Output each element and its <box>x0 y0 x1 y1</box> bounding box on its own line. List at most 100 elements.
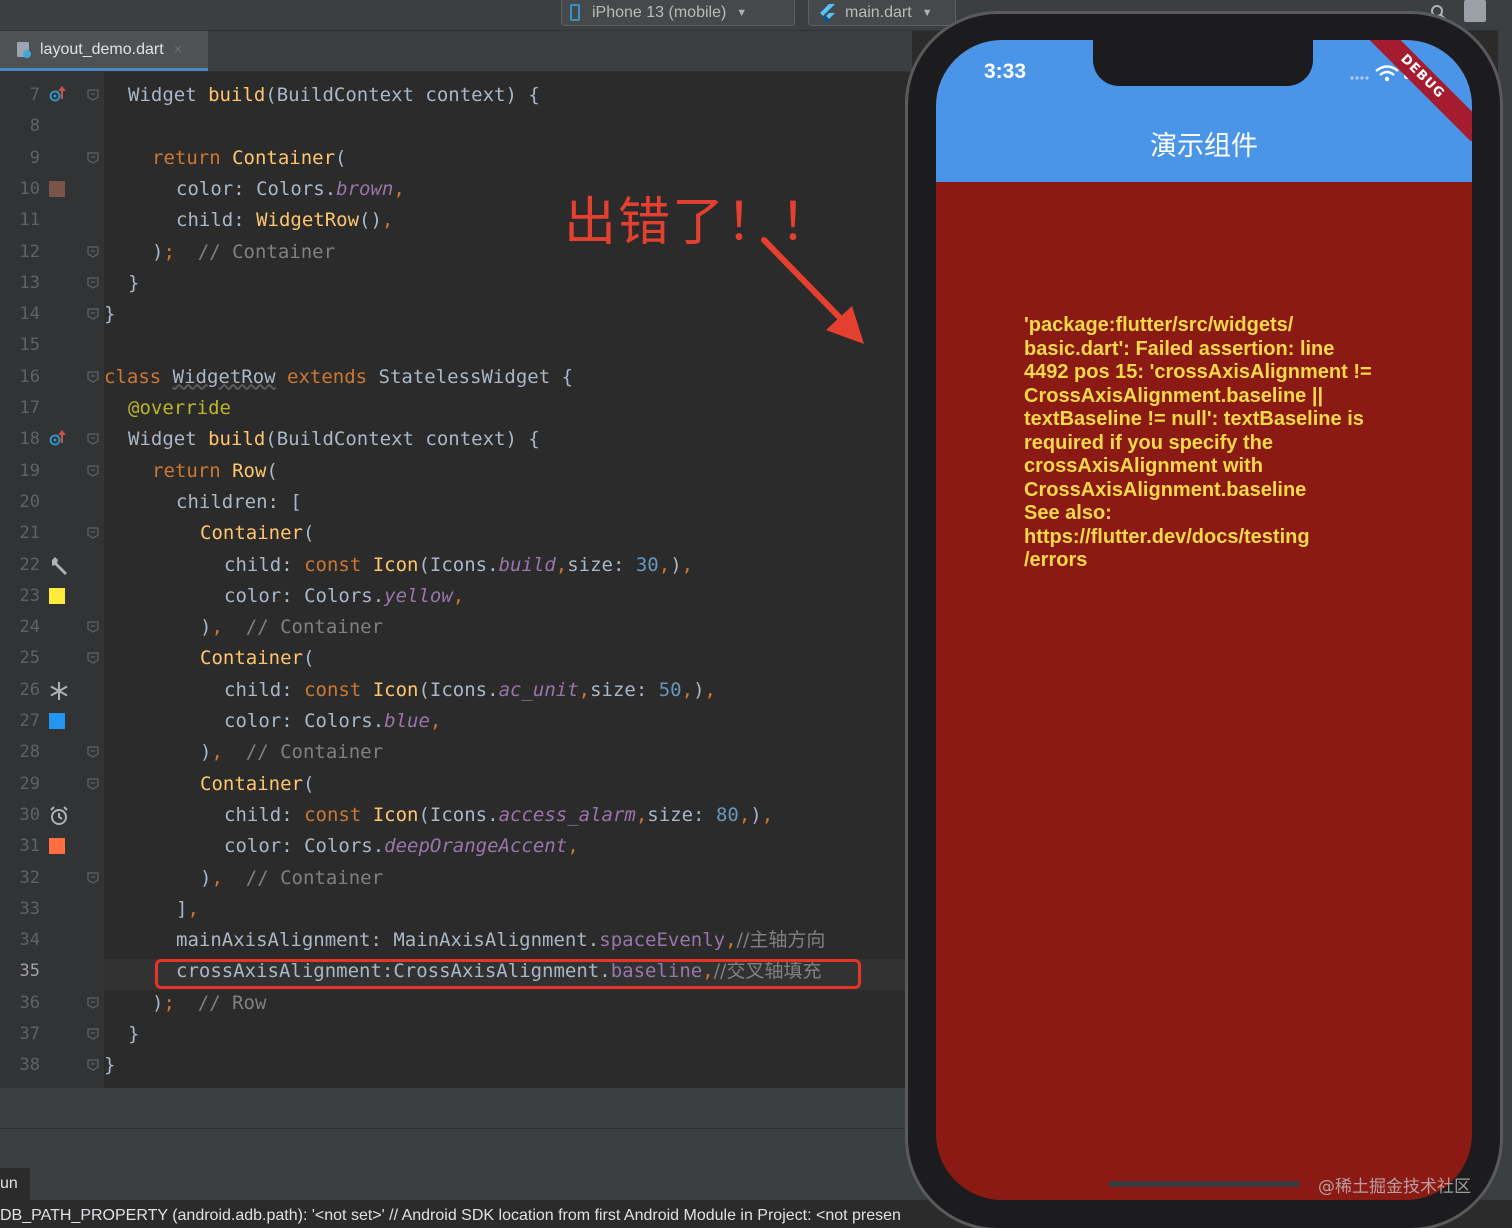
alarm-icon[interactable] <box>49 806 68 825</box>
code-line[interactable]: ), // Container <box>200 612 383 643</box>
fold-icon[interactable] <box>87 464 99 477</box>
code-line[interactable]: return Container( <box>152 143 346 174</box>
fold-icon[interactable] <box>87 777 99 790</box>
fold-icon[interactable] <box>87 746 99 758</box>
code-token: } <box>128 1023 140 1045</box>
code-line[interactable]: color: Colors.deepOrangeAccent, <box>224 831 579 862</box>
line-number[interactable]: 23 <box>0 586 40 606</box>
fold-icon[interactable] <box>87 621 99 633</box>
code-line[interactable]: ), // Container <box>200 737 383 768</box>
line-number[interactable]: 20 <box>0 492 40 512</box>
code-line[interactable]: return Row( <box>152 456 278 487</box>
line-number[interactable]: 18 <box>0 429 40 449</box>
code-line[interactable]: color: Colors.brown, <box>176 174 405 205</box>
code-line[interactable]: color: Colors.blue, <box>224 706 441 737</box>
home-indicator[interactable] <box>1108 1181 1300 1187</box>
override-icon[interactable] <box>49 86 67 104</box>
line-number[interactable]: 31 <box>0 836 40 856</box>
line-number[interactable]: 22 <box>0 555 40 575</box>
code-line[interactable]: ); // Row <box>152 988 266 1019</box>
code-token: Widget <box>128 84 209 106</box>
line-number[interactable]: 13 <box>0 273 40 293</box>
wrench-icon[interactable] <box>49 556 67 575</box>
color-swatch-icon[interactable] <box>49 838 65 855</box>
code-line[interactable]: } <box>128 268 139 299</box>
line-number[interactable]: 34 <box>0 930 40 950</box>
color-swatch-icon[interactable] <box>49 180 65 197</box>
scrollbar[interactable] <box>1498 30 1512 1168</box>
line-number[interactable]: 33 <box>0 899 40 919</box>
color-swatch-icon[interactable] <box>49 587 65 604</box>
line-number[interactable]: 36 <box>0 993 40 1013</box>
code-line[interactable]: Container( <box>200 643 314 674</box>
line-number[interactable]: 25 <box>0 648 40 668</box>
fold-icon[interactable] <box>87 89 99 101</box>
fold-icon[interactable] <box>87 433 99 445</box>
line-number[interactable]: 30 <box>0 805 40 825</box>
code-line[interactable]: class WidgetRow extends StatelessWidget … <box>104 362 573 393</box>
line-number[interactable]: 8 <box>0 116 40 136</box>
phone-screen[interactable]: 3:33 演示组件 DEBUG 'package:flutter/src/wid… <box>936 40 1472 1200</box>
avatar[interactable] <box>1464 0 1486 22</box>
fold-icon[interactable] <box>87 527 99 539</box>
code-line[interactable]: @override <box>128 393 231 424</box>
fold-icon[interactable] <box>87 308 99 320</box>
code-line[interactable]: ); // Container <box>152 237 335 268</box>
code-line[interactable]: } <box>104 299 115 330</box>
code-line[interactable]: } <box>128 1019 139 1050</box>
tab-layout-demo[interactable]: layout_demo.dart × <box>0 31 208 71</box>
run-tab[interactable]: un <box>0 1168 30 1200</box>
line-number[interactable]: 28 <box>0 742 40 762</box>
override-icon[interactable] <box>49 430 67 448</box>
line-number[interactable]: 15 <box>0 335 40 355</box>
run-config-selector[interactable]: main.dart ▼ <box>808 0 956 26</box>
line-number[interactable]: 9 <box>0 148 40 168</box>
code-line[interactable]: } <box>104 1050 115 1081</box>
fold-icon[interactable] <box>87 652 99 665</box>
line-number[interactable]: 38 <box>0 1055 40 1075</box>
line-number[interactable]: 12 <box>0 242 40 262</box>
line-number[interactable]: 19 <box>0 461 40 481</box>
line-number[interactable]: 17 <box>0 398 40 418</box>
line-number[interactable]: 24 <box>0 617 40 637</box>
code-token: //主轴方向 <box>736 929 826 952</box>
code-line[interactable]: mainAxisAlignment: MainAxisAlignment.spa… <box>176 925 825 956</box>
close-icon[interactable]: × <box>174 41 183 58</box>
fold-icon[interactable] <box>87 371 99 383</box>
line-number[interactable]: 35 <box>0 961 40 981</box>
line-number[interactable]: 21 <box>0 523 40 543</box>
line-number[interactable]: 26 <box>0 680 40 700</box>
line-number[interactable]: 29 <box>0 774 40 794</box>
fold-icon[interactable] <box>87 997 99 1009</box>
fold-icon[interactable] <box>87 245 99 258</box>
snowflake-icon[interactable] <box>49 681 68 700</box>
line-number[interactable]: 27 <box>0 711 40 731</box>
code-line[interactable]: color: Colors.yellow, <box>224 581 464 612</box>
code-line[interactable]: Container( <box>200 518 314 549</box>
line-number[interactable]: 37 <box>0 1024 40 1044</box>
code-line[interactable]: Widget build(BuildContext context) { <box>128 80 540 111</box>
code-line[interactable]: Widget build(BuildContext context) { <box>128 424 540 455</box>
line-number[interactable]: 10 <box>0 179 40 199</box>
fold-icon[interactable] <box>87 871 99 884</box>
color-swatch-icon[interactable] <box>49 713 65 729</box>
line-number[interactable]: 14 <box>0 304 40 324</box>
code-line[interactable]: child: const Icon(Icons.ac_unit,size: 50… <box>224 675 716 706</box>
line-number[interactable]: 16 <box>0 367 40 387</box>
line-number[interactable]: 32 <box>0 868 40 888</box>
fold-icon[interactable] <box>87 277 99 289</box>
code-line[interactable]: Container( <box>200 769 314 800</box>
code-line[interactable]: child: const Icon(Icons.access_alarm,siz… <box>224 800 773 831</box>
code-line[interactable]: children: [ <box>176 487 302 518</box>
code-line[interactable]: ], <box>176 894 199 925</box>
code-line[interactable]: child: WidgetRow(), <box>176 205 393 236</box>
code-token: // Container <box>222 616 384 639</box>
code-line[interactable]: child: const Icon(Icons.build,size: 30,)… <box>224 550 693 581</box>
code-line[interactable]: ), // Container <box>200 863 383 894</box>
line-number[interactable]: 7 <box>0 85 40 105</box>
fold-icon[interactable] <box>87 1028 99 1040</box>
fold-icon[interactable] <box>87 1059 99 1071</box>
fold-icon[interactable] <box>87 151 99 164</box>
line-number[interactable]: 11 <box>0 210 40 230</box>
device-selector[interactable]: iPhone 13 (mobile) ▼ <box>561 0 795 26</box>
